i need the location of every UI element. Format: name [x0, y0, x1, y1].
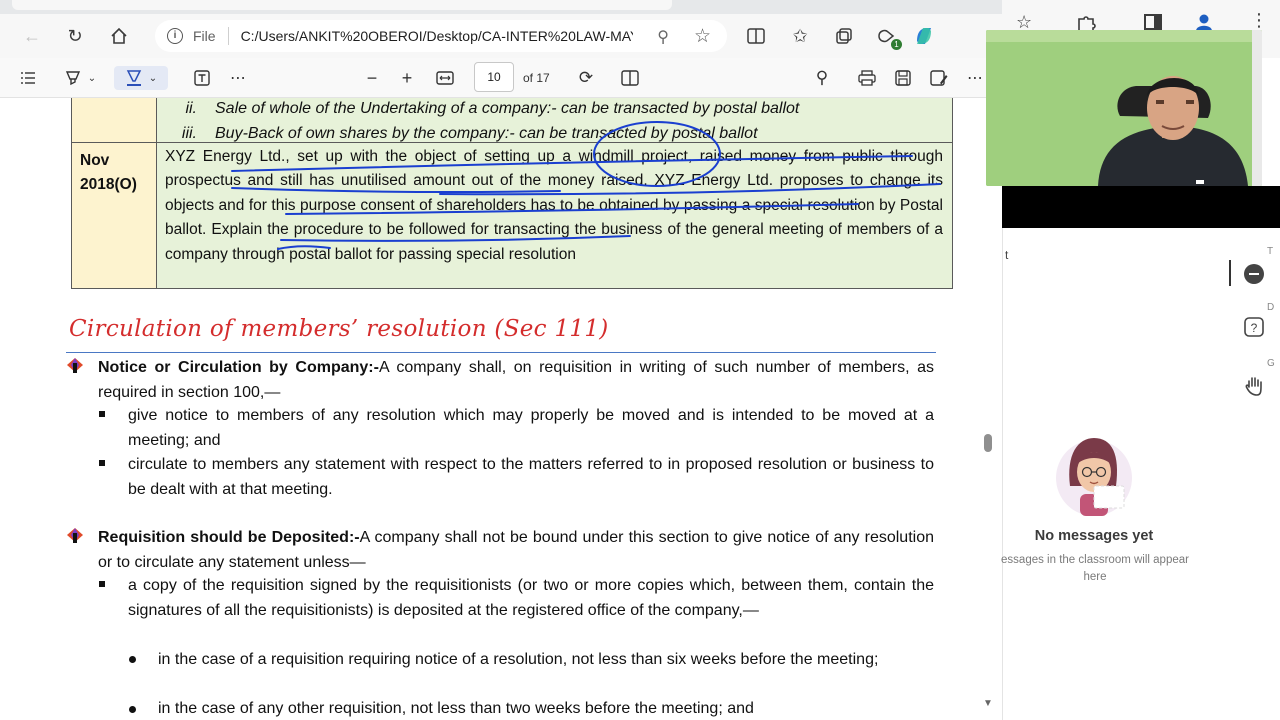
- chevron-down-icon[interactable]: ⌄: [149, 73, 157, 84]
- url-scheme-label: File: [193, 28, 216, 44]
- section-circulation: Notice or Circulation by Company:-A comp…: [98, 356, 934, 405]
- pdf-toolbar: ⌄ ⌄ ⋯ − + 10 of 17 ⟳ ⚲ ⋯: [0, 58, 1002, 98]
- favorite-star-icon[interactable]: ☆: [694, 25, 711, 48]
- fit-page-icon[interactable]: [435, 66, 455, 90]
- question-icon[interactable]: ?: [1242, 315, 1266, 339]
- section-requisition: Requisition should be Deposited:-A compa…: [98, 526, 934, 575]
- rotate-icon[interactable]: ⟳: [576, 66, 596, 90]
- highlight-tool[interactable]: ⌄: [58, 66, 102, 90]
- rail-letter: G: [1267, 358, 1275, 369]
- rail-letter: D: [1267, 302, 1275, 313]
- extensions-puzzle-icon[interactable]: 1: [870, 20, 902, 52]
- classroom-side-panel: t: [1002, 228, 1280, 720]
- copilot-icon[interactable]: [908, 20, 940, 52]
- roman-list: ii. Sale of whole of the Undertaking of …: [157, 98, 953, 142]
- active-rail-indicator: [1229, 260, 1231, 286]
- question-year: Nov 2018(O): [72, 143, 157, 288]
- page-view-icon[interactable]: [620, 66, 640, 90]
- diamond-bullet-icon: [67, 528, 83, 543]
- text-tool-icon[interactable]: [192, 66, 212, 90]
- address-bar: ← ↻ i File C:/Users/ANKIT%20OBEROI/Deskt…: [0, 14, 1002, 58]
- page-number-input[interactable]: 10: [474, 62, 514, 92]
- url-field[interactable]: i File C:/Users/ANKIT%20OBEROI/Desktop/C…: [155, 20, 727, 52]
- square-bullet: [99, 411, 105, 417]
- refresh-icon[interactable]: ↻: [59, 20, 91, 52]
- heading-rule: [66, 352, 936, 353]
- print-icon[interactable]: [857, 66, 877, 90]
- square-bullet: [99, 460, 105, 466]
- zoom-icon[interactable]: ⚲: [657, 27, 669, 47]
- empty-state-title: No messages yet: [1034, 528, 1154, 544]
- list-item: in the case of any other requisition, no…: [158, 700, 754, 717]
- empty-state-line: essages in the classroom will appear: [1001, 554, 1189, 566]
- section-title: Requisition should be Deposited:-: [98, 529, 360, 546]
- diamond-bullet-icon: [67, 358, 83, 373]
- info-icon[interactable]: i: [167, 28, 183, 44]
- raise-hand-icon[interactable]: [1242, 374, 1266, 398]
- favorites-icon[interactable]: ✩: [784, 20, 816, 52]
- list-item: give notice to members of any resolution…: [128, 407, 934, 449]
- zoom-out-icon[interactable]: −: [362, 66, 382, 90]
- browser-actions: ✩ 1: [740, 20, 940, 52]
- partial-label: t: [1005, 248, 1009, 262]
- url-text[interactable]: C:/Users/ANKIT%20OBEROI/Desktop/CA-INTER…: [241, 28, 633, 44]
- webcam-feed: [986, 30, 1262, 186]
- year-cell-empty: [71, 98, 157, 142]
- collections-icon[interactable]: [828, 20, 860, 52]
- split-screen-icon[interactable]: [740, 20, 772, 52]
- profile-avatar-icon[interactable]: [1194, 12, 1214, 32]
- square-bullet: [99, 581, 105, 587]
- round-bullet: [129, 706, 136, 713]
- round-bullet: [129, 656, 136, 663]
- zoom-in-icon[interactable]: +: [397, 66, 417, 90]
- tab-strip: [0, 0, 1002, 14]
- list-item: circulate to members any statement with …: [128, 456, 934, 498]
- active-tab-edge[interactable]: [12, 0, 672, 10]
- pdf-menu-icon[interactable]: ⋯: [965, 66, 985, 90]
- roman-text: Sale of whole of the Undertaking of a co…: [215, 100, 800, 117]
- empty-chat-illustration: [1050, 434, 1136, 518]
- highlighter-icon: [65, 71, 80, 86]
- roman-item: ii. Sale of whole of the Undertaking of …: [157, 98, 952, 121]
- empty-state-line: here: [1083, 571, 1107, 583]
- table-continuation: ii. Sale of whole of the Undertaking of …: [71, 98, 953, 142]
- browser-menu-icon[interactable]: ⋮: [1250, 10, 1268, 31]
- chat-icon[interactable]: [1242, 262, 1266, 286]
- svg-text:?: ?: [1251, 321, 1258, 335]
- pdf-document: ii. Sale of whole of the Undertaking of …: [0, 98, 1002, 720]
- contents-icon[interactable]: [18, 66, 38, 90]
- draw-pen-icon: [126, 70, 142, 86]
- roman-number: ii.: [185, 100, 197, 117]
- save-as-icon[interactable]: [929, 66, 949, 90]
- question-row: Nov 2018(O) XYZ Energy Ltd., set up with…: [71, 142, 953, 289]
- home-icon[interactable]: [103, 20, 135, 52]
- url-separator: [227, 27, 229, 45]
- page-count-label: of 17: [523, 71, 550, 85]
- presenter-video: [986, 30, 1262, 186]
- section-heading: Circulation of members’ resolution (Sec …: [69, 316, 609, 342]
- scroll-down-arrow-icon[interactable]: ▼: [983, 698, 993, 709]
- save-icon[interactable]: [893, 66, 913, 90]
- section-title: Notice or Circulation by Company:-: [98, 359, 379, 376]
- empty-state-subtitle: essages in the classroom will appear her…: [1000, 552, 1190, 586]
- rail-letter: T: [1267, 246, 1274, 257]
- back-arrow-icon[interactable]: ←: [16, 20, 48, 52]
- more-tools-icon[interactable]: ⋯: [228, 66, 248, 90]
- video-frame-band: [1002, 186, 1280, 228]
- chevron-down-icon[interactable]: ⌄: [88, 73, 96, 84]
- scrollbar-thumb[interactable]: [984, 434, 992, 452]
- sidebar-toggle-icon[interactable]: [1144, 14, 1162, 30]
- question-text: XYZ Energy Ltd., set up with the object …: [157, 143, 952, 288]
- draw-tool[interactable]: ⌄: [114, 66, 168, 90]
- search-icon[interactable]: ⚲: [812, 66, 832, 90]
- list-item: a copy of the requisition signed by the …: [128, 577, 934, 619]
- list-item: in the case of a requisition requiring n…: [158, 651, 879, 668]
- badge-count: 1: [891, 39, 902, 50]
